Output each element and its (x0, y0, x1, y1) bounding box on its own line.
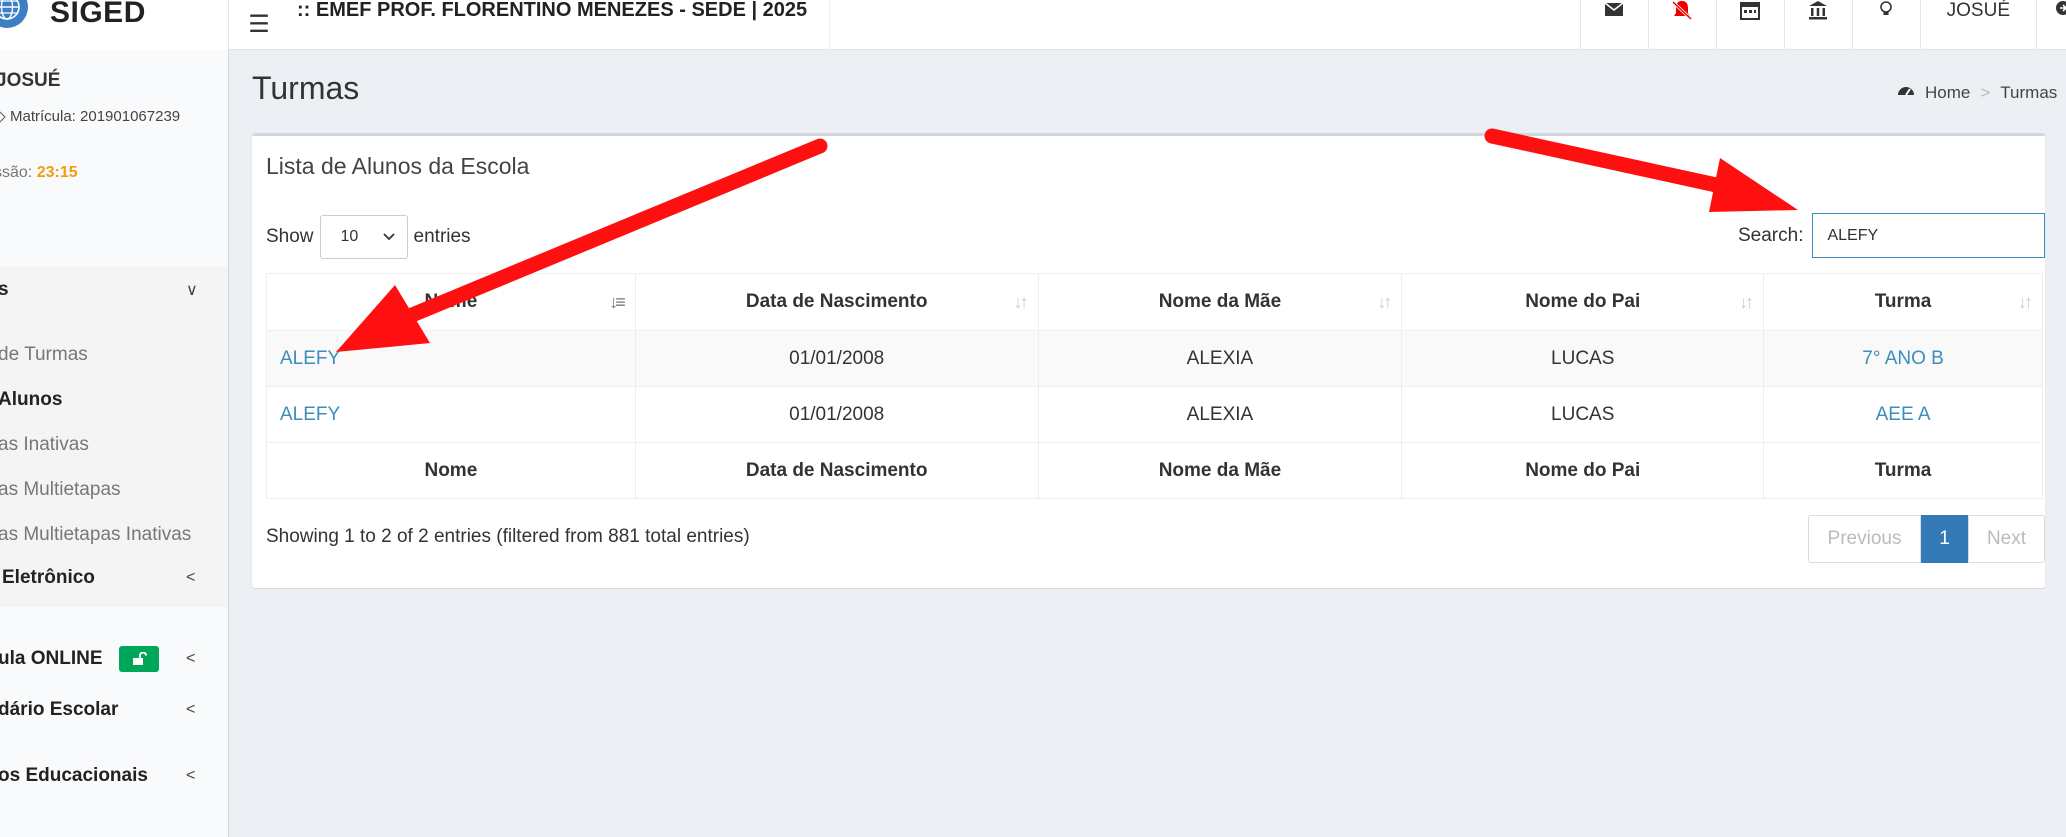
cell-nome: ALEFY (266, 330, 636, 387)
page-title: Turmas (252, 70, 360, 106)
cell-turma: 7° ANO B (1763, 330, 2043, 387)
unlock-icon (118, 646, 159, 672)
search-label: Search: (1738, 224, 1804, 246)
table-info: Showing 1 to 2 of 2 entries (filtered fr… (266, 526, 750, 547)
sort-icon: ↓↑ (1013, 292, 1029, 312)
sort-icon: ↓↑ (1377, 292, 1392, 312)
length-control: Show 10 entries (266, 215, 471, 259)
page-1-button[interactable]: 1 (1921, 515, 1968, 563)
logo-area[interactable]: SIGED (0, 0, 229, 50)
sidebar-user-name: JOSUÉ (0, 70, 61, 91)
sidebar: JOSUÉ Matrícula: 201901067239 ssão: 23:1… (0, 50, 229, 837)
turma-link[interactable]: AEE A (1876, 404, 1931, 425)
navbar: ☰ :: EMEF PROF. FLORENTINO MENEZES - SED… (229, 0, 2066, 50)
chevron-down-icon (382, 228, 395, 246)
cell-mae: ALEXIA (1037, 330, 1403, 387)
globe-logo-icon (0, 0, 28, 28)
footer-pai: Nome do Pai (1401, 442, 1765, 499)
bell-slash-icon[interactable] (1647, 0, 1716, 50)
submenu-turmas-inativas[interactable]: as Inativas (0, 434, 89, 456)
chevron-left-icon: < (186, 569, 196, 586)
entries-select[interactable]: 10 (319, 215, 408, 259)
lightbulb-icon[interactable] (1851, 0, 1920, 50)
search-control: Search: (1738, 213, 2046, 258)
cell-mae: ALEXIA (1037, 386, 1403, 443)
show-label: Show (266, 226, 314, 247)
previous-button[interactable]: Previous (1808, 515, 1921, 563)
cell-pai: LUCAS (1401, 330, 1765, 387)
entries-label: entries (413, 226, 471, 247)
logo-text: SIGED (50, 0, 146, 29)
submenu-turmas-multietapas[interactable]: as Multietapas (0, 479, 121, 501)
menu-toggle-icon[interactable]: ☰ (229, 0, 289, 50)
column-header-turma[interactable]: Turma ↓↑ (1763, 273, 2043, 331)
breadcrumb: Home > Turmas (1897, 82, 2057, 103)
bank-icon[interactable] (1783, 0, 1852, 50)
breadcrumb-separator: > (1980, 82, 1991, 102)
footer-mae: Nome da Mãe (1037, 442, 1403, 499)
user-menu[interactable]: JOSUÉ (1919, 0, 2036, 50)
school-title: :: EMEF PROF. FLORENTINO MENEZES - SEDE … (289, 0, 831, 50)
calendar-icon[interactable] (1715, 0, 1784, 50)
search-input[interactable] (1812, 213, 2046, 258)
students-table: Nome ↓≡ Data de Nascimento ↓↑ Nome da Mãe ↓… (266, 273, 2043, 499)
top-header: SIGED ☰ :: EMEF PROF. FLORENTINO MENEZES… (0, 0, 2066, 50)
session-timer: 23:15 (36, 164, 78, 181)
sidebar-session: ssão: 23:15 (0, 164, 78, 181)
chevron-down-icon: ∨ (186, 282, 198, 299)
dashboard-icon (1897, 82, 1915, 103)
table-row: ALEFY 01/01/2008 ALEXIA LUCAS 7° ANO B (266, 330, 2043, 387)
student-link[interactable]: ALEFY (280, 404, 340, 425)
box-title: Lista de Alunos da Escola (266, 153, 530, 179)
chevron-left-icon: < (186, 701, 196, 718)
cell-nascimento: 01/01/2008 (634, 330, 1039, 387)
submenu-lista-turmas[interactable]: de Turmas (0, 344, 88, 366)
footer-nome: Nome (266, 442, 636, 499)
student-link[interactable]: ALEFY (280, 348, 340, 369)
submenu-alunos[interactable]: Alunos (0, 389, 62, 411)
envelope-icon[interactable] (1579, 0, 1648, 50)
column-header-nascimento[interactable]: Data de Nascimento ↓↑ (634, 273, 1039, 331)
pagination: Previous 1 Next (1808, 515, 2045, 563)
cell-nascimento: 01/01/2008 (634, 386, 1039, 443)
submenu-multietapas-inativas[interactable]: as Multietapas Inativas (0, 524, 191, 546)
cell-nome: ALEFY (266, 386, 636, 443)
chevron-left-icon: < (186, 767, 196, 784)
turma-link[interactable]: 7° ANO B (1862, 348, 1944, 369)
column-header-mae[interactable]: Nome da Mãe ↓↑ (1037, 273, 1403, 331)
sort-icon: ↓↑ (1739, 292, 1754, 312)
column-header-pai[interactable]: Nome do Pai ↓↑ (1401, 273, 1765, 331)
diamond-icon (0, 111, 6, 123)
cell-turma: AEE A (1763, 386, 2043, 443)
table-row: ALEFY 01/01/2008 ALEXIA LUCAS AEE A (266, 386, 2043, 443)
footer-turma: Turma (1763, 442, 2043, 499)
sidebar-item-matricula-online[interactable]: ula ONLINE < (0, 644, 228, 674)
footer-nascimento: Data de Nascimento (634, 442, 1039, 499)
nav-right: JOSUÉ (1579, 0, 2066, 50)
column-header-nome[interactable]: Nome ↓≡ (266, 273, 636, 331)
sort-asc-icon: ↓≡ (609, 292, 625, 312)
sidebar-matricula: Matrícula: 201901067239 (0, 108, 180, 125)
chevron-left-icon: < (186, 650, 196, 667)
students-box: Lista de Alunos da Escola Show 10 entrie… (252, 133, 2046, 588)
next-button[interactable]: Next (1968, 515, 2045, 563)
cell-pai: LUCAS (1401, 386, 1765, 443)
sort-icon: ↓↑ (2018, 292, 2033, 312)
breadcrumb-current: Turmas (2000, 82, 2058, 102)
breadcrumb-home[interactable]: Home (1925, 83, 1970, 103)
sign-out-icon[interactable] (2036, 0, 2066, 50)
